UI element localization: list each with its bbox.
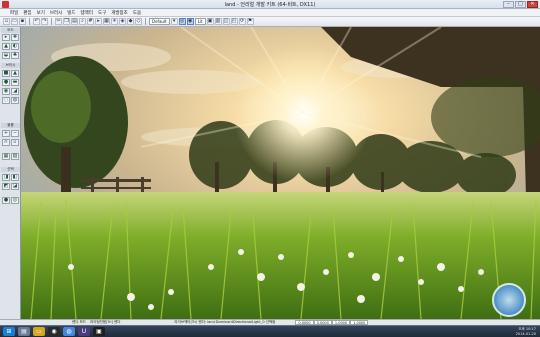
- terrain-mode-icon[interactable]: ▲: [2, 43, 10, 50]
- cover-icon[interactable]: ◆: [127, 18, 134, 25]
- paths-icon[interactable]: ◈: [119, 18, 126, 25]
- volume-icon[interactable]: ▦: [2, 153, 10, 160]
- unreal-editor-icon[interactable]: U: [78, 327, 90, 336]
- menu-item-dev[interactable]: 개발참조: [111, 10, 128, 16]
- start-icon[interactable]: ⊞: [3, 327, 15, 336]
- system-clock[interactable]: 오후 10:17 2014-01-20: [516, 327, 536, 337]
- foliage-mode-icon[interactable]: ♣: [11, 52, 19, 59]
- volumetric-brush-icon[interactable]: ◍: [11, 97, 19, 104]
- cube-brush-icon[interactable]: ■: [2, 70, 10, 77]
- sphere-brush-icon[interactable]: ◉: [2, 88, 10, 95]
- geometry-mode-icon[interactable]: ✚: [11, 34, 19, 41]
- menu-item-tools[interactable]: 도구: [98, 10, 106, 16]
- show-all-icon[interactable]: ◪: [11, 183, 19, 190]
- maximize-button[interactable]: □: [515, 1, 526, 8]
- new-icon[interactable]: ▫: [3, 18, 10, 25]
- terminal-icon[interactable]: ▣: [93, 327, 105, 336]
- menu-item-brush[interactable]: 브러시: [50, 10, 62, 16]
- lighting-icon[interactable]: ☀: [111, 18, 118, 25]
- menu-item-edit[interactable]: 편집: [23, 10, 31, 16]
- menu-item-build[interactable]: 빌드: [67, 10, 75, 16]
- mesh-paint-icon[interactable]: ◒: [2, 52, 10, 59]
- texture-mode-icon[interactable]: ◐: [11, 43, 19, 50]
- csg-intersect-icon[interactable]: ∩: [2, 139, 10, 146]
- explorer-icon[interactable]: ▤: [18, 327, 30, 336]
- spiral-brush-icon[interactable]: ◌: [2, 97, 10, 104]
- csg-deintersect-icon[interactable]: ∪: [11, 139, 19, 146]
- dropdown-icon[interactable]: ▾: [170, 18, 178, 25]
- scale-icon[interactable]: ◰: [230, 18, 238, 25]
- toolbar-separator: [29, 18, 30, 25]
- folder-icon[interactable]: ▭: [33, 327, 45, 336]
- sheet-brush-icon[interactable]: ▬: [11, 79, 19, 86]
- camera-mode-icon[interactable]: ▸: [2, 34, 10, 41]
- redo-icon[interactable]: ↷: [41, 18, 48, 25]
- invert-selection-icon[interactable]: ◩: [2, 183, 10, 190]
- menu-item-help[interactable]: 도움: [133, 10, 141, 16]
- geometry-icon[interactable]: ◇: [135, 18, 142, 25]
- camera-icon[interactable]: ▣: [206, 18, 214, 25]
- grid-icon[interactable]: #: [87, 18, 94, 25]
- show-flags-icon[interactable]: ⚑: [246, 18, 254, 25]
- view-mode-select[interactable]: Default: [149, 18, 170, 25]
- search-icon[interactable]: ⌕: [79, 18, 86, 25]
- perspective-viewport[interactable]: [21, 27, 540, 319]
- menu-item-file[interactable]: 파일: [10, 10, 18, 16]
- snap-icon[interactable]: ◫: [222, 18, 230, 25]
- add-volume-icon[interactable]: ▧: [11, 153, 19, 160]
- show-selected-icon[interactable]: ◨: [2, 174, 10, 181]
- taskbar: ⊞ ▤ ▭ ◉ ◍ U ▣ 오후 10:17 2014-01-20: [0, 325, 540, 337]
- overlay-watermark-logo: [492, 283, 526, 317]
- mode-sidebar: 모드 ▸ ✚ ▲ ◐ ◒ ♣ 브러시 ■ ▲ ● ▬ ◉ ◢ ◌ ◍ 볼륨 + …: [0, 27, 21, 319]
- target-icon[interactable]: ◎: [11, 197, 19, 204]
- media-icon[interactable]: ◉: [48, 327, 60, 336]
- stats-icon[interactable]: ▥: [214, 18, 222, 25]
- render-mode-select[interactable]: Lit: [194, 18, 206, 25]
- undo-icon[interactable]: ↶: [33, 18, 40, 25]
- cylinder-brush-icon[interactable]: ●: [2, 79, 10, 86]
- sidebar-group-select: 선택: [1, 167, 20, 172]
- close-button[interactable]: ✕: [527, 1, 538, 8]
- realtime-toggle-icon[interactable]: ◎: [178, 18, 186, 25]
- menu-item-view[interactable]: 보기: [37, 10, 45, 16]
- hide-selected-icon[interactable]: ◧: [11, 174, 19, 181]
- sidebar-group-modes: 모드: [1, 28, 20, 33]
- lit-toggle-icon[interactable]: ◉: [186, 18, 194, 25]
- toolbar-separator: [51, 18, 52, 25]
- play-icon[interactable]: ▸: [95, 18, 102, 25]
- main-toolbar: ▫ ▭ ▪ ↶ ↷ ✂ ❐ ▤ ⌕ # ▸ ▦ ☀ ◈ ◆ ◇ Default …: [0, 17, 540, 27]
- paste-icon[interactable]: ▤: [71, 18, 78, 25]
- toolbar-separator: [145, 18, 146, 25]
- sidebar-group-csg: 볼륨: [1, 123, 20, 128]
- sidebar-group-brushes: 브러시: [1, 63, 20, 68]
- menu-bar: 파일 편집 보기 브러시 빌드 템액터 도구 개발참조 도움: [0, 9, 540, 17]
- csg-subtract-icon[interactable]: −: [11, 130, 19, 137]
- record-icon[interactable]: ●: [2, 197, 10, 204]
- rotate-icon[interactable]: ⟳: [238, 18, 246, 25]
- save-icon[interactable]: ▪: [19, 18, 26, 25]
- copy-icon[interactable]: ❐: [63, 18, 70, 25]
- minimize-button[interactable]: –: [503, 1, 514, 8]
- menu-item-actor[interactable]: 템액터: [81, 10, 93, 16]
- cone-brush-icon[interactable]: ▲: [11, 70, 19, 77]
- csg-add-icon[interactable]: +: [2, 130, 10, 137]
- build-icon[interactable]: ▦: [103, 18, 110, 25]
- scene-render: [21, 27, 540, 319]
- stairs-brush-icon[interactable]: ◢: [11, 88, 19, 95]
- cut-icon[interactable]: ✂: [55, 18, 62, 25]
- open-icon[interactable]: ▭: [11, 18, 18, 25]
- title-bar: land - 언리얼 개발 키트 (64-비트, DX11) – □ ✕: [0, 0, 540, 9]
- browser-icon[interactable]: ◍: [63, 327, 75, 336]
- clock-date: 2014-01-20: [515, 332, 536, 336]
- application-window: land - 언리얼 개발 키트 (64-비트, DX11) – □ ✕ 파일 …: [0, 0, 540, 337]
- window-title: land - 언리얼 개발 키트 (64-비트, DX11): [224, 2, 316, 8]
